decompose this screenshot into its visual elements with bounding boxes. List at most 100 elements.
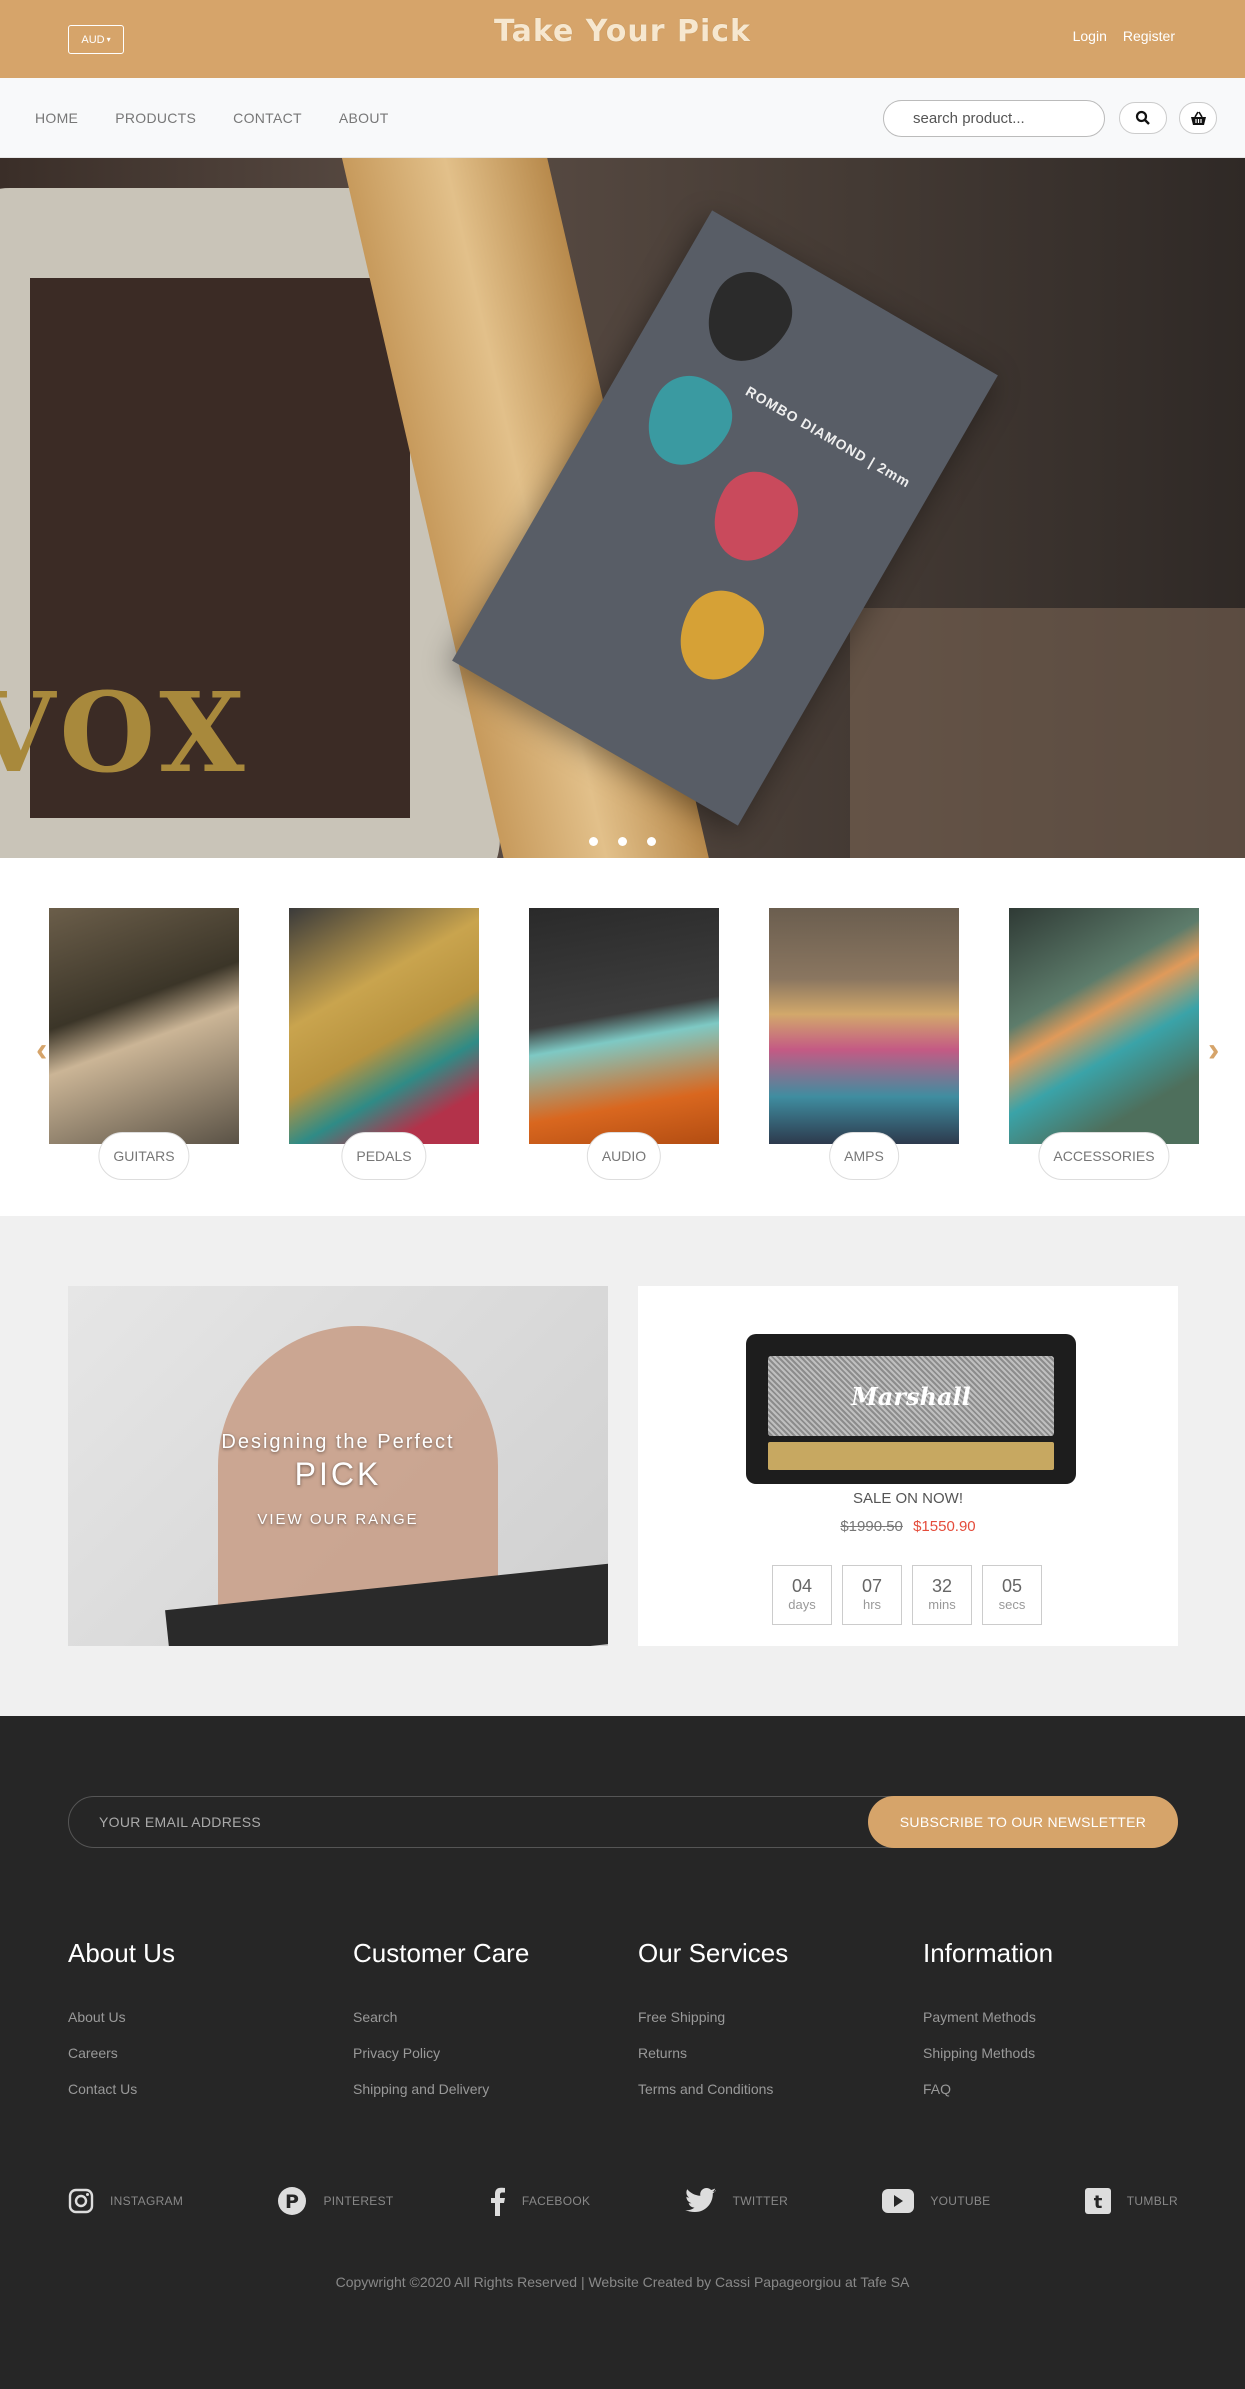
- timer-unit: secs: [998, 1597, 1026, 1612]
- social-youtube[interactable]: YOUTUBE: [882, 2186, 990, 2216]
- footer-link[interactable]: About Us: [68, 2009, 353, 2025]
- footer-col-about: About Us About Us Careers Contact Us: [68, 1938, 353, 2117]
- timer-value: 07: [861, 1576, 883, 1596]
- pedals-image: [289, 908, 479, 1144]
- footer-link[interactable]: Search: [353, 2009, 638, 2025]
- red-pick: [697, 458, 812, 577]
- sale-label: SALE ON NOW!: [852, 1490, 964, 1507]
- search-placeholder: search product...: [913, 110, 1025, 127]
- social-label: PINTEREST: [323, 2194, 394, 2208]
- teal-pick: [631, 362, 746, 481]
- svg-text:P: P: [286, 2191, 300, 2213]
- footer-col-information: Information Payment Methods Shipping Met…: [923, 1938, 1208, 2117]
- category-label[interactable]: GUITARS: [98, 1132, 190, 1180]
- banner-title: PICK: [294, 1456, 382, 1492]
- black-pick: [691, 258, 806, 377]
- social-label: TUMBLR: [1126, 2194, 1178, 2208]
- email-input[interactable]: YOUR EMAIL ADDRESS: [99, 1814, 261, 1830]
- timer-value: 04: [791, 1576, 813, 1596]
- social-facebook[interactable]: FACEBOOK: [488, 2186, 590, 2216]
- sale-price: $1550.90: [913, 1518, 976, 1535]
- footer-col-services: Our Services Free Shipping Returns Terms…: [638, 1938, 923, 2117]
- pinterest-icon: P: [278, 2187, 307, 2215]
- footer-link[interactable]: Terms and Conditions: [638, 2081, 923, 2097]
- old-price: $1990.50: [840, 1518, 903, 1535]
- social-twitter[interactable]: TWITTER: [684, 2186, 788, 2216]
- site-logo[interactable]: Take Your Pick: [0, 14, 1245, 49]
- footer-link[interactable]: Returns: [638, 2045, 923, 2061]
- footer-heading: Information: [923, 1938, 1054, 1968]
- pick-design-banner[interactable]: Designing the Perfect PICK VIEW OUR RANG…: [68, 1286, 608, 1646]
- social-label: FACEBOOK: [521, 2194, 591, 2208]
- basket-icon: [1190, 111, 1206, 125]
- timer-days: 04 days: [772, 1565, 832, 1625]
- footer-link[interactable]: FAQ: [923, 2081, 1208, 2097]
- view-range-link[interactable]: VIEW OUR RANGE: [68, 1511, 608, 1528]
- auth-links: Login Register: [1073, 28, 1175, 44]
- nav-contact[interactable]: CONTACT: [233, 110, 302, 126]
- cart-button[interactable]: [1179, 102, 1217, 134]
- category-amps[interactable]: AMPS: [769, 908, 959, 1180]
- youtube-icon: [882, 2189, 915, 2213]
- top-bar: AUD ▾ Take Your Pick Login Register: [0, 0, 1245, 78]
- login-link[interactable]: Login: [1073, 28, 1107, 44]
- search-button[interactable]: [1119, 102, 1167, 134]
- social-tumblr[interactable]: t TUMBLR: [1084, 2186, 1178, 2216]
- carousel-dot-3[interactable]: [647, 837, 656, 846]
- nav-about[interactable]: ABOUT: [339, 110, 389, 126]
- footer-heading: Our Services: [638, 1938, 789, 1968]
- register-link[interactable]: Register: [1123, 28, 1175, 44]
- svg-text:t: t: [1093, 2192, 1102, 2213]
- social-label: INSTAGRAM: [110, 2194, 184, 2208]
- category-label[interactable]: PEDALS: [341, 1132, 427, 1180]
- footer-link[interactable]: Contact Us: [68, 2081, 353, 2097]
- instagram-icon: [68, 2188, 94, 2214]
- footer-link[interactable]: Careers: [68, 2045, 353, 2061]
- newsletter-form: YOUR EMAIL ADDRESS SUBSCRIBE TO OUR NEWS…: [68, 1796, 1178, 1848]
- category-pedals[interactable]: PEDALS: [289, 908, 479, 1180]
- footer-link[interactable]: Privacy Policy: [353, 2045, 638, 2061]
- amps-image: [769, 908, 959, 1144]
- timer-unit: days: [788, 1597, 816, 1612]
- tumblr-icon: t: [1084, 2188, 1111, 2214]
- price-row: $1990.50 $1550.90: [638, 1518, 1178, 1535]
- footer-col-customer-care: Customer Care Search Privacy Policy Ship…: [353, 1938, 638, 2117]
- category-label[interactable]: AMPS: [829, 1132, 899, 1180]
- footer-link[interactable]: Payment Methods: [923, 2009, 1208, 2025]
- promo-section: Designing the Perfect PICK VIEW OUR RANG…: [0, 1216, 1245, 1716]
- chevron-right-icon[interactable]: ›: [1208, 1031, 1219, 1070]
- category-accessories[interactable]: ACCESSORIES: [1009, 908, 1199, 1180]
- timer-hours: 07 hrs: [842, 1565, 902, 1625]
- sale-card: Marshall SALE ON NOW! $1990.50 $1550.90 …: [638, 1286, 1178, 1646]
- social-instagram[interactable]: INSTAGRAM: [68, 2186, 183, 2216]
- subscribe-button[interactable]: SUBSCRIBE TO OUR NEWSLETTER: [868, 1796, 1178, 1848]
- category-label[interactable]: ACCESSORIES: [1038, 1132, 1170, 1180]
- social-links: INSTAGRAM P PINTEREST FACEBOOK TWITTER Y…: [68, 2186, 1178, 2216]
- footer-link[interactable]: Free Shipping: [638, 2009, 923, 2025]
- category-label[interactable]: AUDIO: [586, 1132, 662, 1180]
- social-pinterest[interactable]: P PINTEREST: [277, 2186, 393, 2216]
- social-label: YOUTUBE: [930, 2194, 991, 2208]
- banner-subtitle: Designing the Perfect: [221, 1431, 455, 1453]
- footer-heading: About Us: [68, 1938, 175, 1968]
- accessories-image: [1009, 908, 1199, 1144]
- nav-products[interactable]: PRODUCTS: [115, 110, 196, 126]
- twitter-icon: [684, 2188, 716, 2212]
- hero-carousel[interactable]: VOX ROMBO DIAMOND | 2mm: [0, 158, 1245, 858]
- site-footer: YOUR EMAIL ADDRESS SUBSCRIBE TO OUR NEWS…: [0, 1716, 1245, 2389]
- footer-link[interactable]: Shipping and Delivery: [353, 2081, 638, 2097]
- footer-link[interactable]: Shipping Methods: [923, 2045, 1208, 2061]
- category-audio[interactable]: AUDIO: [529, 908, 719, 1180]
- amp-brand: Marshall: [851, 1382, 971, 1411]
- timer-unit: hrs: [862, 1597, 882, 1612]
- search-input[interactable]: search product...: [883, 100, 1105, 137]
- carousel-dot-1[interactable]: [589, 837, 598, 846]
- timer-seconds: 05 secs: [982, 1565, 1042, 1625]
- chevron-left-icon[interactable]: ‹: [36, 1031, 47, 1070]
- carousel-dot-2[interactable]: [618, 837, 627, 846]
- facebook-icon: [490, 2187, 505, 2216]
- category-guitars[interactable]: GUITARS: [49, 908, 239, 1180]
- nav-home[interactable]: HOME: [35, 110, 78, 126]
- marshall-amp-image[interactable]: Marshall: [746, 1334, 1076, 1484]
- countdown-timer: 04 days 07 hrs 32 mins 05 secs: [772, 1565, 1042, 1625]
